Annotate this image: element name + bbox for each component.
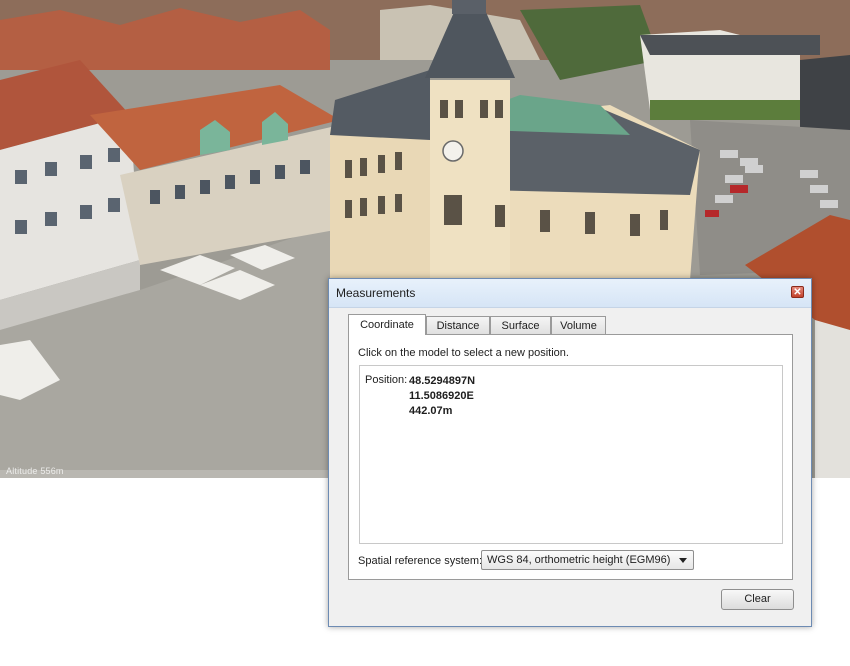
tab-volume[interactable]: Volume (551, 316, 606, 334)
longitude-value: 11.5086920E (409, 390, 474, 402)
height-value: 442.07m (409, 405, 453, 417)
position-result-box: Position: 48.5294897N 11.5086920E 442.07… (359, 365, 783, 544)
srs-dropdown[interactable]: WGS 84, orthometric height (EGM96) (481, 550, 694, 570)
latitude-value: 48.5294897N (409, 375, 476, 387)
scene-status-text: Altitude 556m (6, 466, 64, 476)
instruction-text: Click on the model to select a new posit… (358, 347, 569, 359)
measurements-dialog: Measurements ✕ Coordinate Distance Surfa… (328, 278, 812, 627)
srs-selected-value: WGS 84, orthometric height (EGM96) (487, 554, 671, 566)
clear-button[interactable]: Clear (721, 589, 794, 610)
dialog-title: Measurements (336, 286, 416, 300)
srs-label: Spatial reference system: (358, 555, 483, 567)
position-values: 48.5294897N 11.5086920E 442.07m (409, 374, 475, 419)
tab-surface[interactable]: Surface (490, 316, 551, 334)
chevron-down-icon[interactable] (679, 558, 687, 563)
tab-coordinate[interactable]: Coordinate (348, 314, 426, 335)
position-label: Position: (365, 374, 408, 386)
tab-distance[interactable]: Distance (426, 316, 490, 334)
coordinate-panel: Click on the model to select a new posit… (348, 334, 793, 580)
close-icon[interactable]: ✕ (791, 286, 804, 298)
dialog-title-bar[interactable]: Measurements ✕ (329, 279, 811, 308)
